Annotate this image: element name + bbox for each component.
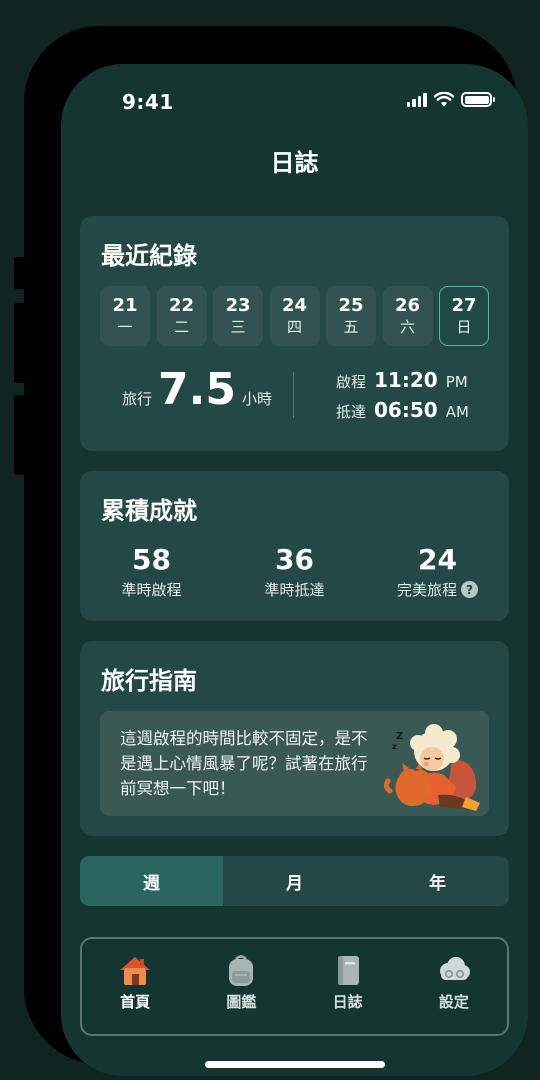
travel-unit: 小時 [241,390,272,408]
cellular-signal-icon [406,92,427,107]
day-weekday: 日 [456,318,472,336]
guide-message: 這週啟程的時間比較不固定，是不是遇上心情風暴了呢？試著在旅行前冥想一下吧！ Z … [100,711,489,816]
tab-year[interactable]: 年 [366,856,509,906]
tab-week[interactable]: 週 [80,856,223,906]
day-number: 21 [112,295,138,316]
day-chip-25[interactable]: 25 五 [326,286,376,346]
status-icons [406,92,495,107]
travel-value: 7.5 [158,364,236,415]
battery-icon [461,92,495,107]
page-title: 日誌 [270,149,319,177]
nav-item-home[interactable]: 首頁 [82,939,188,1034]
day-chip-23[interactable]: 23 三 [213,286,263,346]
cloud-gear-icon [439,957,470,980]
arrive-label: 抵達 [336,403,367,421]
nav-label: 日誌 [332,993,363,1011]
day-number: 27 [451,295,477,316]
day-number: 24 [281,295,308,316]
nav-item-settings[interactable]: 設定 [401,939,507,1034]
tab-month[interactable]: 月 [223,856,366,906]
day-number: 25 [338,295,364,316]
day-number: 26 [394,295,421,316]
recent-records-title: 最近紀錄 [101,242,197,270]
sleeping-traveler-illustration: Z z [383,724,480,811]
guide-text: 這週啟程的時間比較不固定，是不是遇上心情風暴了呢？試著在旅行前冥想一下吧！ [120,729,368,798]
achievement-value: 58 [132,543,171,576]
achievement-on-time-arrive: 36 準時抵達 [223,543,366,600]
day-weekday: 一 [117,318,133,336]
day-selector: 21 一 22 二 23 三 24 四 25 五 26 六 27 日 [100,286,489,346]
nav-label: 設定 [438,993,469,1011]
day-weekday: 五 [343,318,359,336]
depart-label: 啟程 [336,373,367,391]
arrive-row: 抵達 06:50 AM [336,398,469,428]
svg-text:z: z [392,742,397,751]
status-time: 9:41 [122,90,174,114]
nav-label: 首頁 [120,993,151,1011]
recent-records-card: 最近紀錄 21 一 22 二 23 三 24 四 25 五 26 六 27 日 旅行 7.5 小時 啟程 … [80,216,509,451]
wifi-icon [434,92,454,107]
home-indicator[interactable] [205,1061,385,1068]
day-chip-21[interactable]: 21 一 [100,286,150,346]
arrive-ampm: AM [445,403,469,421]
achievement-label: 準時抵達 [264,581,325,599]
travel-guide-card: 旅行指南 這週啟程的時間比較不固定，是不是遇上心情風暴了呢？試著在旅行前冥想一下… [80,641,509,836]
travel-guide-title: 旅行指南 [101,667,197,695]
depart-ampm: PM [445,373,468,391]
day-number: 23 [225,295,251,316]
help-icon[interactable]: ? [461,581,478,598]
day-weekday: 四 [286,318,302,336]
day-weekday: 二 [173,318,189,336]
stat-divider [293,372,294,418]
arrive-time: 06:50 [374,398,438,422]
depart-time: 11:20 [374,368,438,392]
achievement-perfect-trip: 24 完美旅程 ? [366,543,509,600]
depart-row: 啟程 11:20 PM [336,368,469,398]
day-weekday: 六 [399,318,415,336]
book-icon [337,956,359,985]
nav-item-journal[interactable]: 日誌 [295,939,401,1034]
day-chip-27[interactable]: 27 日 [439,286,489,346]
day-chip-22[interactable]: 22 二 [156,286,207,346]
bottom-nav: 首頁 圖鑑 日誌 設定 [80,937,509,1036]
day-weekday: 三 [230,318,246,336]
svg-text:Z: Z [396,731,403,742]
achievements-card: 累積成就 58 準時啟程 36 準時抵達 24 完美旅程 ? [80,471,509,621]
achievement-value: 36 [275,543,314,576]
day-number: 22 [168,295,195,316]
achievement-value: 24 [418,543,457,576]
day-chip-24[interactable]: 24 四 [269,286,320,346]
depart-arrive-times: 啟程 11:20 PM 抵達 06:50 AM [336,368,469,428]
nav-item-collection[interactable]: 圖鑑 [188,939,294,1034]
nav-label: 圖鑑 [226,993,257,1011]
status-bar: 9:41 [61,88,528,118]
travel-duration: 旅行 7.5 小時 [122,366,272,414]
period-segmented-control: 週 月 年 [80,856,509,906]
day-chip-26[interactable]: 26 六 [382,286,433,346]
achievement-label: 準時啟程 [121,581,182,599]
achievement-on-time-depart: 58 準時啟程 [80,543,223,600]
phone-frame: 9:41 日誌 最近紀錄 21 一 22 二 23 三 24 四 25 五 26 六 27 日 旅行 7. [24,26,528,1076]
app-screen: 9:41 日誌 最近紀錄 21 一 22 二 23 三 24 四 25 五 26 六 27 日 旅行 7. [61,64,528,1076]
achievement-label: 完美旅程 [396,581,457,599]
backpack-icon [229,955,254,986]
travel-label: 旅行 [122,390,153,408]
house-icon [120,957,151,985]
achievements-title: 累積成就 [101,497,197,525]
